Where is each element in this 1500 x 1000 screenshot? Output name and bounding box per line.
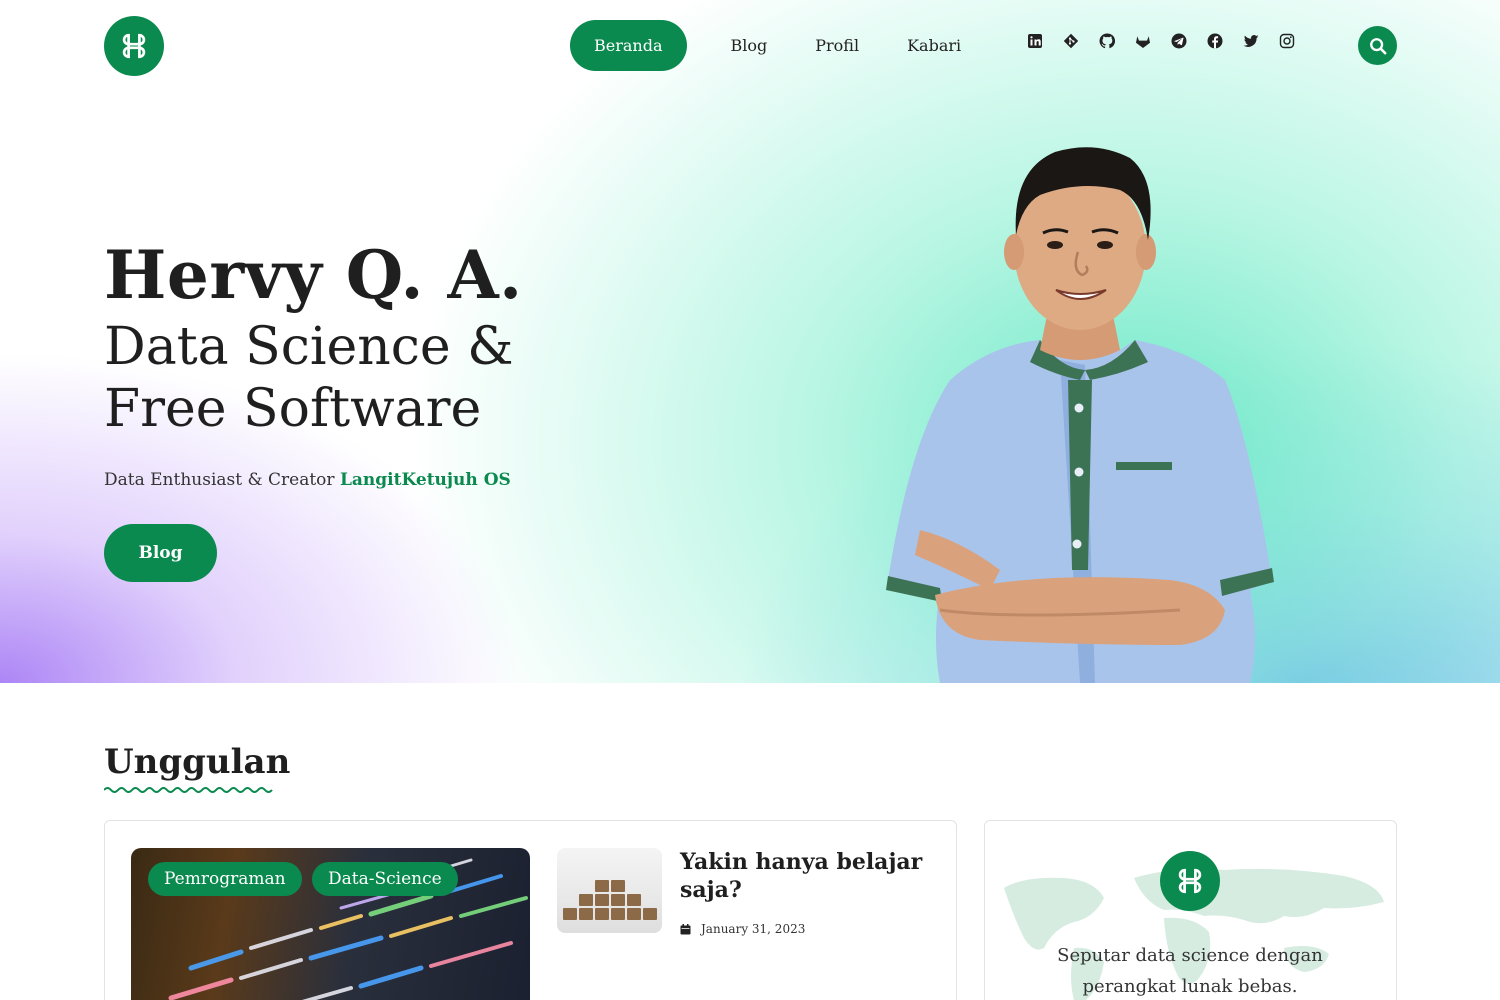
post-date-text: January 31, 2023	[701, 922, 806, 936]
hero-tagline: Data Science & Free Software	[104, 317, 514, 439]
command-logo-icon	[1178, 868, 1202, 894]
about-description: Seputar data science dengan perangkat lu…	[1057, 945, 1323, 997]
facebook-icon[interactable]	[1206, 32, 1224, 50]
post-date: January 31, 2023	[680, 922, 805, 936]
calendar-icon	[680, 923, 691, 934]
hero-blog-button[interactable]: Blog	[104, 524, 217, 582]
langitketujuh-link[interactable]: LangitKetujuh OS	[340, 470, 511, 490]
nav-item-beranda[interactable]: Beranda	[570, 20, 687, 71]
git-icon[interactable]	[1062, 32, 1080, 50]
scrabble-tiles-image	[563, 880, 657, 920]
title-underline-squiggle	[104, 787, 273, 793]
hero-section: Hervy Q. A. Data Science & Free Software…	[0, 0, 1500, 683]
search-button[interactable]	[1358, 26, 1397, 65]
hero-subtitle: Data Enthusiast & Creator LangitKetujuh …	[104, 470, 511, 490]
nav-item-profil[interactable]: Profil	[791, 20, 883, 71]
tag-pemrograman[interactable]: Pemrograman	[148, 862, 302, 896]
hero-name: Hervy Q. A.	[104, 236, 523, 314]
twitter-icon[interactable]	[1242, 32, 1260, 50]
tag-data-science[interactable]: Data-Science	[312, 862, 458, 896]
social-links	[1026, 32, 1296, 50]
post-title[interactable]: Yakin hanya belajar saja?	[680, 848, 940, 904]
site-header: Beranda Blog Profil Kabari	[0, 0, 1500, 92]
profile-photo	[886, 147, 1274, 683]
nav-item-blog[interactable]: Blog	[707, 20, 792, 71]
post-thumbnail[interactable]	[557, 848, 662, 933]
telegram-icon[interactable]	[1170, 32, 1188, 50]
linkedin-icon[interactable]	[1026, 32, 1044, 50]
section-title-unggulan: Unggulan	[104, 742, 291, 782]
site-logo[interactable]	[104, 16, 164, 76]
github-icon[interactable]	[1098, 32, 1116, 50]
command-logo-icon	[122, 33, 146, 59]
instagram-icon[interactable]	[1278, 32, 1296, 50]
nav-item-kabari[interactable]: Kabari	[883, 20, 985, 71]
main-nav: Beranda Blog Profil Kabari	[570, 20, 985, 71]
about-logo	[1160, 851, 1220, 911]
gitlab-icon[interactable]	[1134, 32, 1152, 50]
hero-subtitle-prefix: Data Enthusiast & Creator	[104, 470, 340, 490]
search-icon	[1369, 37, 1386, 54]
